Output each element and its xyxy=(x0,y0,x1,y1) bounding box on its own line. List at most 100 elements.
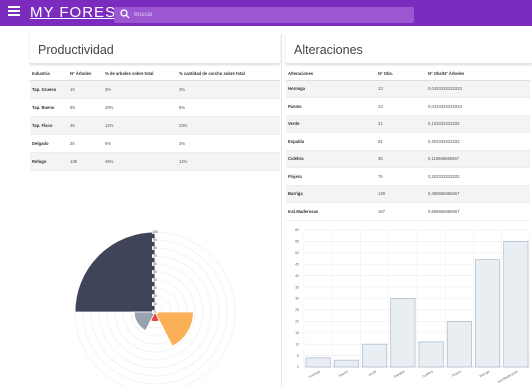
y-tick-label: 60 xyxy=(295,228,299,232)
y-tick-label: 55 xyxy=(295,240,299,244)
radial-tick-label: 50 xyxy=(153,270,157,274)
bar[interactable] xyxy=(503,241,529,368)
table-cell: Incl.Maderosas xyxy=(286,202,376,221)
bar[interactable] xyxy=(362,343,388,368)
y-tick-label: 10 xyxy=(295,342,299,346)
table-cell: 13 xyxy=(376,80,426,98)
polar-segment[interactable] xyxy=(154,311,194,347)
table-cell: 12% xyxy=(103,116,177,135)
table-cell: Tap. Bueno xyxy=(30,98,68,117)
y-tick-label: 30 xyxy=(295,297,299,301)
table-cell: 3% xyxy=(177,80,280,99)
radial-tick-label: 90 xyxy=(153,238,157,242)
x-tick-label: Verde xyxy=(368,369,378,377)
y-tick-label: 0 xyxy=(297,365,299,369)
table-cell: 149 xyxy=(376,185,426,203)
table-row[interactable]: Culebra 35 0,116666666667 xyxy=(286,150,530,168)
column-header[interactable]: Nº Árboles xyxy=(68,67,103,81)
y-tick-label: 20 xyxy=(295,320,299,324)
table-row[interactable]: Espalda 91 0,303333333333 xyxy=(286,132,530,151)
table-header-row: Industria Nº Árboles % de arboles sobre … xyxy=(30,67,280,81)
radial-tick-label: 70 xyxy=(153,254,157,258)
productividad-table: Industria Nº Árboles % de arboles sobre … xyxy=(30,67,280,171)
y-tick-label: 15 xyxy=(295,331,299,335)
bar[interactable] xyxy=(333,359,359,368)
table-cell: Hormiga xyxy=(286,80,376,98)
table-cell: 0,0433333333333 xyxy=(426,80,530,98)
table-cell: 35 xyxy=(376,150,426,168)
alteraciones-bar-chart: 0 5 10 15 20 25 30 35 40 45 50 55 60 Hormiga Pasmo Verd… xyxy=(295,228,531,384)
menu-icon[interactable] xyxy=(8,6,20,18)
column-header[interactable]: Industria xyxy=(30,67,68,81)
column-header[interactable]: Nº Obs. xyxy=(376,67,426,81)
column-header[interactable]: % cantidad de corcho sobre total xyxy=(177,67,280,81)
table-cell: 139 xyxy=(68,152,103,171)
bar[interactable] xyxy=(418,341,444,368)
y-tick-label: 35 xyxy=(295,285,299,289)
productividad-card: Productividad xyxy=(30,34,280,64)
app-logo[interactable]: MY FOREST xyxy=(30,4,126,21)
column-header[interactable]: % de arboles sobre total xyxy=(103,67,177,81)
table-cell: 3% xyxy=(177,134,280,153)
table-cell: 91 xyxy=(376,132,426,151)
radial-tick-label: 20 xyxy=(153,294,157,298)
table-row[interactable]: Tap. Flaco 36 12% 23% xyxy=(30,116,280,135)
table-row[interactable]: Barriga 149 0,496666666667 xyxy=(286,185,530,203)
table-cell: 23% xyxy=(177,116,280,135)
table-cell: Tap. Grueso xyxy=(30,80,68,99)
radial-tick-label: 100 xyxy=(152,230,158,234)
table-row[interactable]: Flojera 76 0,253333333333 xyxy=(286,167,530,186)
table-cell: 3% xyxy=(103,80,177,99)
bar[interactable] xyxy=(390,298,416,368)
table-cell: Refugo xyxy=(30,152,68,171)
radial-tick-label: 10 xyxy=(153,302,157,306)
table-cell: Pasmo xyxy=(286,97,376,116)
table-cell: Verde xyxy=(286,115,376,133)
table-cell: 0,253333333333 xyxy=(426,167,530,186)
productividad-title: Productividad xyxy=(30,34,280,64)
alteraciones-card: Alteraciones xyxy=(286,34,532,64)
table-cell: 10 xyxy=(68,80,103,99)
table-cell: Tap. Flaco xyxy=(30,116,68,135)
table-row[interactable]: Tap. Bueno 89 29% 6% xyxy=(30,98,280,117)
search-input[interactable] xyxy=(134,7,404,23)
table-cell: 0,0433333333333 xyxy=(426,97,530,116)
bar[interactable] xyxy=(305,357,331,368)
table-cell: 36 xyxy=(68,116,103,135)
column-header[interactable]: Alteraciones xyxy=(286,67,376,81)
search-icon[interactable] xyxy=(120,9,130,19)
table-cell: Delgado xyxy=(30,134,68,153)
table-row[interactable]: Verde 31 0,103333333333 xyxy=(286,115,530,133)
y-tick-label: 5 xyxy=(297,354,299,358)
y-tick-label: 25 xyxy=(295,308,299,312)
polar-segment[interactable] xyxy=(74,231,156,313)
table-row[interactable]: Incl.Maderosas 167 0,556666666667 xyxy=(286,202,530,221)
column-header[interactable]: Nº Obs/Nº Árboles xyxy=(426,67,530,81)
table-cell: 0,116666666667 xyxy=(426,150,530,168)
table-row[interactable]: Pasmo 13 0,0433333333333 xyxy=(286,97,530,116)
table-cell: Barriga xyxy=(286,185,376,203)
table-cell: 6% xyxy=(177,98,280,117)
table-row[interactable]: Refugo 139 46% 12% xyxy=(30,152,280,171)
table-cell: 31 xyxy=(376,115,426,133)
table-cell: Culebra xyxy=(286,150,376,168)
table-cell: 0,556666666667 xyxy=(426,202,530,221)
table-cell: Flojera xyxy=(286,167,376,186)
table-cell: 13 xyxy=(376,97,426,116)
bar[interactable] xyxy=(475,259,501,368)
x-tick-label: Pasmo xyxy=(338,369,349,378)
table-cell: 46% xyxy=(103,152,177,171)
x-tick-label: Incl.Maderosas xyxy=(497,369,519,384)
table-row[interactable]: Tap. Grueso 10 3% 3% xyxy=(30,80,280,99)
search-bar xyxy=(114,7,414,23)
y-tick-label: 50 xyxy=(295,251,299,255)
bar[interactable] xyxy=(446,320,472,368)
x-tick-label: Flojera xyxy=(451,369,462,378)
table-row[interactable]: Delgado 26 8% 3% xyxy=(30,134,280,153)
table-row[interactable]: Hormiga 13 0,0433333333333 xyxy=(286,80,530,98)
table-cell: 8% xyxy=(103,134,177,153)
x-tick-label: Hormiga xyxy=(308,369,321,379)
radial-tick-label: 30 xyxy=(153,286,157,290)
polar-area-chart: 0 10 20 30 40 50 60 70 80 90 100 xyxy=(74,230,236,386)
table-cell: 0,496666666667 xyxy=(426,185,530,203)
